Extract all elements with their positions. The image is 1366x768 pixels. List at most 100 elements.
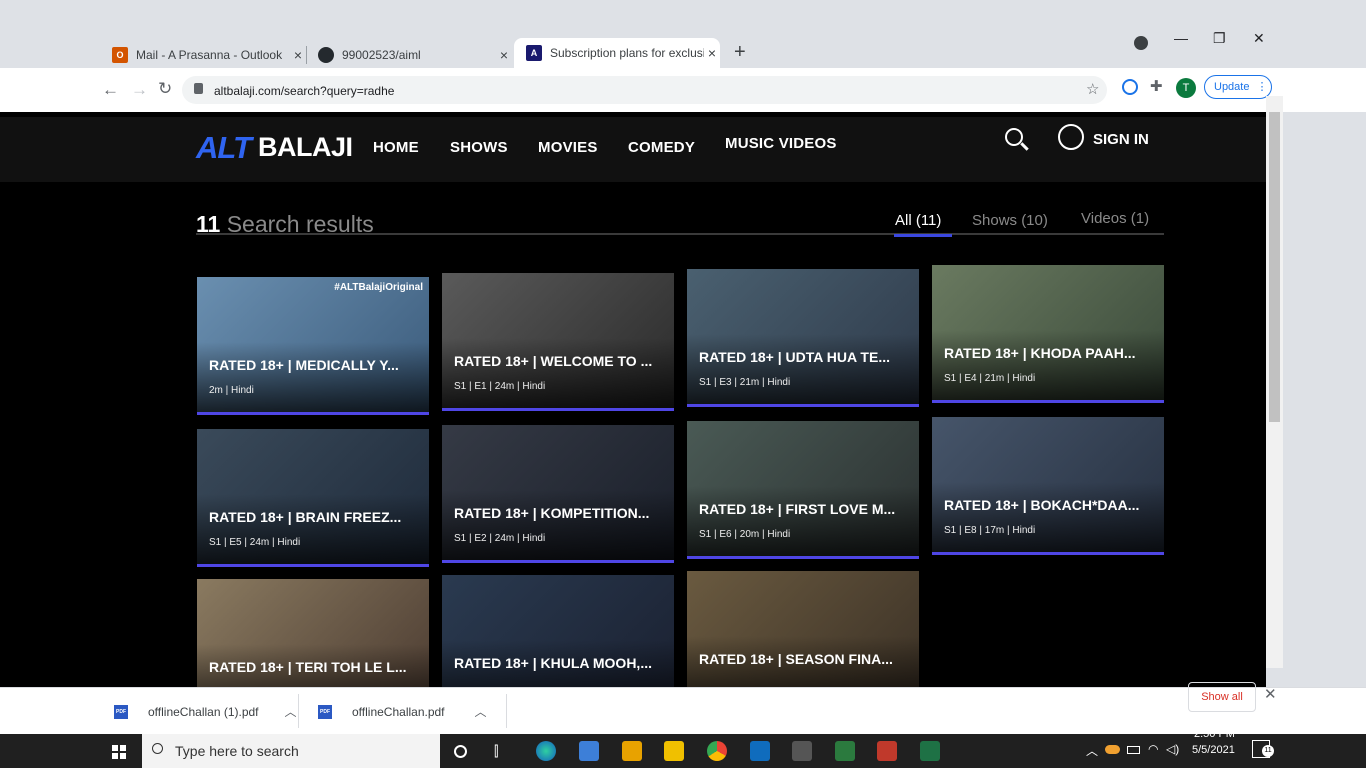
outlook-icon[interactable] [750,741,770,761]
tab-altbalaji[interactable]: A Subscription plans for exclusive s × [514,38,720,68]
result-card[interactable]: RATED 18+ | KHULA MOOH,... [442,575,674,687]
result-meta: S1 | E4 | 21m | Hindi [944,373,1036,384]
card-accent-bar [687,556,919,559]
card-accent-bar [932,552,1164,555]
page-scrollbar[interactable] [1266,96,1283,668]
sheet-app-icon[interactable] [835,741,855,761]
cortana-icon[interactable] [454,745,467,758]
battery-icon[interactable] [1127,746,1140,754]
mail-icon[interactable] [622,741,642,761]
store-icon[interactable] [579,741,599,761]
tab-videos[interactable]: Videos (1) [1081,210,1149,227]
windows-start-icon[interactable] [112,745,126,759]
clock-time[interactable]: 2:50 PM [1194,728,1235,740]
clock-date[interactable]: 5/5/2021 [1192,744,1235,756]
result-meta: 2m | Hindi [209,385,254,396]
tab-strip: O Mail - A Prasanna - Outlook × 99002523… [0,0,1366,68]
lock-icon [194,83,203,94]
close-tab-icon[interactable]: × [704,45,720,61]
menu-kebab-icon: ⋮ [1256,81,1268,93]
nav-shows[interactable]: SHOWS [450,139,508,156]
card-accent-bar [442,560,674,563]
minimize-icon[interactable]: — [1174,30,1188,46]
forward-icon[interactable]: → [131,80,148,100]
close-window-icon[interactable]: ✕ [1253,30,1265,47]
page-viewport: ALT BALAJI HOME SHOWS MOVIES COMEDY MUSI… [0,112,1266,687]
update-button[interactable]: Update ⋮ [1204,75,1272,99]
result-card[interactable]: RATED 18+ | SEASON FINA... [687,571,919,687]
result-card[interactable]: RATED 18+ | UDTA HUA TE... S1 | E3 | 21m … [687,269,919,407]
result-card[interactable]: #ALTBalajiOriginal RATED 18+ | MEDICALLY … [197,277,429,415]
thumbnail-shade [932,330,1164,400]
wifi-icon[interactable]: ◠ [1148,742,1158,756]
nav-comedy[interactable]: COMEDY [628,139,695,156]
result-card[interactable]: RATED 18+ | WELCOME TO ... S1 | E1 | 24m … [442,273,674,411]
restore-icon[interactable]: ❐ [1213,30,1226,47]
tab-all[interactable]: All (11) [895,212,941,229]
edge-icon[interactable] [536,741,556,761]
nav-home[interactable]: HOME [373,139,419,156]
profile-avatar[interactable]: T [1176,78,1196,98]
result-card[interactable]: RATED 18+ | KHODA PAAH... S1 | E4 | 21m |… [932,265,1164,403]
thumbnail-shade [442,338,674,408]
extensions-puzzle-icon[interactable]: ✚ [1150,77,1163,95]
url-text: altbalaji.com/search?query=radhe [214,84,395,98]
reload-icon[interactable]: ↻ [158,79,172,99]
user-icon[interactable] [1058,124,1084,150]
file-explorer-icon[interactable] [664,741,684,761]
result-card[interactable]: RATED 18+ | FIRST LOVE M... S1 | E6 | 20m… [687,421,919,559]
download-item[interactable]: PDF offlineChallan (1).pdf ︿ [114,688,297,735]
show-hidden-icons-icon[interactable]: ︿ [1086,742,1098,759]
update-label: Update [1214,81,1250,93]
tab-shows[interactable]: Shows (10) [972,212,1048,229]
result-card[interactable]: RATED 18+ | TERI TOH LE L... [197,579,429,687]
scroll-thumb[interactable] [1269,112,1280,422]
close-shelf-icon[interactable]: ✕ [1264,685,1277,703]
tab-search-icon[interactable] [1134,36,1148,50]
result-card[interactable]: RATED 18+ | BRAIN FREEZ... S1 | E5 | 24m … [197,429,429,567]
sign-in-button[interactable]: SIGN IN [1093,131,1149,148]
logo-balaji[interactable]: BALAJI [258,132,353,163]
nav-movies[interactable]: MOVIES [538,139,598,156]
office-app-icon[interactable] [877,741,897,761]
tab-github[interactable]: 99002523/aiml × [306,40,512,70]
result-title: RATED 18+ | KOMPETITION... [454,505,650,521]
result-meta: S1 | E1 | 24m | Hindi [454,381,546,392]
close-tab-icon[interactable]: × [290,47,306,63]
thumbnail-shade [197,494,429,564]
chrome-icon[interactable] [707,741,727,761]
close-tab-icon[interactable]: × [496,47,512,63]
app-window-icon[interactable] [792,741,812,761]
excel-icon[interactable] [920,741,940,761]
thumbnail-shade [197,342,429,412]
result-card[interactable]: RATED 18+ | KOMPETITION... S1 | E2 | 24m … [442,425,674,563]
download-item[interactable]: PDF offlineChallan.pdf ︿ [318,688,487,735]
card-accent-bar [442,408,674,411]
bookmark-star-icon[interactable]: ☆ [1086,80,1099,98]
result-title: RATED 18+ | BOKACH*DAA... [944,497,1140,513]
thumbnail-shade [932,482,1164,552]
result-title: RATED 18+ | BRAIN FREEZ... [209,509,402,525]
back-icon[interactable]: ← [102,80,119,100]
result-meta: S1 | E3 | 21m | Hindi [699,377,791,388]
chevron-up-icon[interactable]: ︿ [475,703,487,720]
download-filename: offlineChallan (1).pdf [148,704,259,719]
taskbar-search[interactable]: Type here to search [142,734,440,768]
card-accent-bar [687,404,919,407]
new-tab-button[interactable]: + [734,41,746,64]
result-meta: S1 | E6 | 20m | Hindi [699,529,791,540]
show-all-button[interactable]: Show all [1188,682,1256,712]
logo-alt[interactable]: ALT [196,130,252,166]
tab-outlook[interactable]: O Mail - A Prasanna - Outlook × [100,40,306,70]
nav-music-videos[interactable]: MUSIC VIDEOS [725,135,837,152]
volume-icon[interactable]: ◁) [1166,742,1179,756]
task-view-icon[interactable]: ⫿ [494,743,498,760]
result-title: RATED 18+ | UDTA HUA TE... [699,349,890,365]
result-card[interactable]: RATED 18+ | BOKACH*DAA... S1 | E8 | 17m |… [932,417,1164,555]
site-header: ALT BALAJI HOME SHOWS MOVIES COMEDY MUSI… [0,117,1266,182]
chevron-up-icon[interactable]: ︿ [285,703,297,720]
extension-v-icon[interactable] [1122,79,1138,95]
onedrive-icon[interactable] [1105,745,1120,754]
card-accent-bar [197,564,429,567]
download-separator [506,694,507,728]
